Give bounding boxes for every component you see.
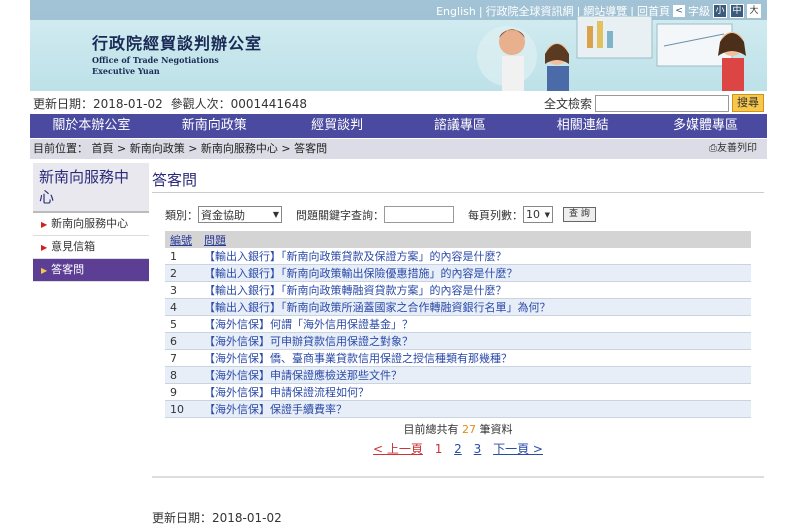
org-name-en: Office of Trade Negotiations bbox=[92, 55, 219, 65]
faq-table: 編號 問題 1 【輸出入銀行】「新南向政策貸款及保證方案」的內容是什麼？ 2 【輸出… bbox=[165, 231, 751, 418]
header-banner: English | 行政院全球資訊網 | 網站導覽 | 回首頁 < 字級 小 中… bbox=[30, 0, 767, 91]
total-count: 目前總共有 27 筆資料 bbox=[165, 421, 751, 437]
visits-label: 參觀人次： bbox=[170, 97, 231, 111]
perpage-select[interactable]: 10 ▼ bbox=[523, 206, 553, 223]
total-number: 27 bbox=[462, 423, 476, 436]
question-link[interactable]: 【海外信保】保證手續費率？ bbox=[199, 400, 751, 418]
question-link[interactable]: 【輸出入銀行】「新南向政策轉融資貸款方案」的內容是什麼？ bbox=[199, 281, 751, 299]
update-label: 更新日期： bbox=[33, 97, 94, 111]
table-row[interactable]: 7 【海外信保】僑、臺商事業貸款信用保證之授信種類有那幾種？ bbox=[165, 349, 751, 367]
search-button[interactable]: 搜尋 bbox=[732, 94, 765, 112]
row-number: 4 bbox=[165, 298, 199, 316]
table-row[interactable]: 10 【海外信保】保證手續費率？ bbox=[165, 400, 751, 418]
triangle-bullet-icon: ▶ bbox=[41, 220, 48, 229]
table-row[interactable]: 9 【海外信保】申請保證流程如何？ bbox=[165, 383, 751, 401]
next-page-link[interactable]: 下一頁 > bbox=[493, 442, 543, 456]
question-link[interactable]: 【海外信保】可申辦貸款信用保證之對象？ bbox=[199, 332, 751, 350]
triangle-bullet-icon: ▶ bbox=[41, 243, 48, 252]
total-suffix: 筆資料 bbox=[479, 423, 513, 436]
table-row[interactable]: 8 【海外信保】申請保證應檢送那些文件？ bbox=[165, 366, 751, 384]
question-link[interactable]: 【輸出入銀行】「新南向政策輸出保險優惠措施」的內容是什麼？ bbox=[199, 264, 751, 282]
org-name-cn[interactable]: 行政院經貿談判辦公室 bbox=[92, 30, 262, 54]
prev-page-link[interactable]: < 上一頁 bbox=[373, 442, 423, 456]
table-row[interactable]: 4 【輸出入銀行】「新南向政策所涵蓋國家之合作轉融資銀行名單」為何？ bbox=[165, 298, 751, 316]
org-name-en-sub: Executive Yuan bbox=[92, 66, 160, 76]
printer-icon: ⎙ bbox=[709, 143, 717, 154]
triangle-bullet-icon: ▶ bbox=[41, 266, 48, 275]
keyword-input[interactable] bbox=[384, 206, 454, 223]
search-label: 全文檢索 bbox=[544, 96, 593, 111]
perpage-label: 每頁列數： bbox=[468, 208, 523, 222]
question-link[interactable]: 【輸出入銀行】「新南向政策所涵蓋國家之合作轉融資銀行名單」為何？ bbox=[199, 298, 751, 316]
sidebar-item-feedback[interactable]: ▶ 意見信箱 bbox=[33, 236, 149, 259]
pagination: < 上一頁 1 2 3 下一頁 > bbox=[165, 440, 751, 457]
sidebar: 新南向服務中心 ▶ 新南向服務中心 ▶ 意見信箱 ▶ 答客問 bbox=[33, 163, 149, 282]
sidebar-item-service-center[interactable]: ▶ 新南向服務中心 bbox=[33, 213, 149, 236]
title-divider bbox=[152, 192, 764, 193]
chevron-down-icon: ▼ bbox=[544, 210, 550, 219]
row-number: 6 bbox=[165, 332, 199, 350]
row-number: 2 bbox=[165, 264, 199, 282]
sidebar-item-label: 答客問 bbox=[51, 263, 85, 276]
question-link[interactable]: 【海外信保】申請保證應檢送那些文件？ bbox=[199, 366, 751, 384]
table-row[interactable]: 1 【輸出入銀行】「新南向政策貸款及保證方案」的內容是什麼？ bbox=[165, 248, 751, 265]
question-link[interactable]: 【海外信保】申請保證流程如何？ bbox=[199, 383, 751, 401]
row-number: 8 bbox=[165, 366, 199, 384]
fulltext-search: 全文檢索 搜尋 bbox=[544, 94, 765, 112]
nav-trade-negotiations[interactable]: 經貿談判 bbox=[276, 114, 399, 138]
query-button[interactable]: 查 詢 bbox=[563, 207, 596, 222]
sidebar-title: 新南向服務中心 bbox=[33, 163, 149, 213]
row-number: 5 bbox=[165, 315, 199, 333]
table-row[interactable]: 5 【海外信保】何謂「海外信用保證基金」？ bbox=[165, 315, 751, 333]
row-number: 9 bbox=[165, 383, 199, 401]
column-header-number[interactable]: 編號 bbox=[165, 231, 199, 248]
nav-new-southbound[interactable]: 新南向政策 bbox=[153, 114, 276, 138]
keyword-label: 問題關鍵字查詢： bbox=[296, 208, 384, 222]
filter-bar: 類別： 資金協助 ▼ 問題關鍵字查詢： 每頁列數： 10 ▼ 查 詢 bbox=[165, 206, 596, 223]
nav-related-links[interactable]: 相關連結 bbox=[521, 114, 644, 138]
total-prefix: 目前總共有 bbox=[403, 423, 459, 436]
table-row[interactable]: 2 【輸出入銀行】「新南向政策輸出保險優惠措施」的內容是什麼？ bbox=[165, 264, 751, 282]
row-number: 7 bbox=[165, 349, 199, 367]
category-value: 資金協助 bbox=[201, 208, 245, 222]
sidebar-item-faq[interactable]: ▶ 答客問 bbox=[33, 259, 149, 282]
search-input[interactable] bbox=[595, 94, 730, 112]
table-header-row: 編號 問題 bbox=[165, 231, 751, 248]
breadcrumb-text[interactable]: 目前位置： 首頁 > 新南向政策 > 新南向服務中心 > 答客問 bbox=[30, 142, 327, 155]
question-link[interactable]: 【輸出入銀行】「新南向政策貸款及保證方案」的內容是什麼？ bbox=[199, 248, 751, 265]
row-number: 3 bbox=[165, 281, 199, 299]
main-nav: 關於本辦公室 新南向政策 經貿談判 諮議專區 相關連結 多媒體專區 bbox=[30, 114, 767, 138]
banner-illustration bbox=[477, 16, 746, 91]
print-link[interactable]: ⎙友善列印 bbox=[709, 139, 757, 159]
question-link[interactable]: 【海外信保】何謂「海外信用保證基金」？ bbox=[199, 315, 751, 333]
nav-multimedia[interactable]: 多媒體專區 bbox=[644, 114, 767, 138]
info-row: 更新日期：2018-01-02 參觀人次：0001441648 bbox=[33, 95, 307, 112]
nav-about[interactable]: 關於本辦公室 bbox=[30, 114, 153, 138]
sidebar-item-label: 新南向服務中心 bbox=[51, 217, 129, 230]
visits-count: 0001441648 bbox=[230, 97, 307, 111]
page-link-2[interactable]: 2 bbox=[454, 442, 462, 456]
update-date: 2018-01-02 bbox=[93, 97, 163, 111]
chevron-down-icon: ▼ bbox=[272, 210, 279, 219]
footer-update-date: 更新日期：2018-01-02 bbox=[152, 511, 282, 525]
question-link[interactable]: 【海外信保】僑、臺商事業貸款信用保證之授信種類有那幾種？ bbox=[199, 349, 751, 367]
nav-consultation[interactable]: 諮議專區 bbox=[398, 114, 521, 138]
category-select[interactable]: 資金協助 ▼ bbox=[198, 206, 282, 223]
breadcrumb: 目前位置： 首頁 > 新南向政策 > 新南向服務中心 > 答客問 ⎙友善列印 bbox=[30, 139, 767, 159]
table-row[interactable]: 3 【輸出入銀行】「新南向政策轉融資貸款方案」的內容是什麼？ bbox=[165, 281, 751, 299]
row-number: 1 bbox=[165, 248, 199, 265]
sidebar-item-label: 意見信箱 bbox=[51, 240, 96, 253]
print-label: 友善列印 bbox=[717, 143, 757, 154]
perpage-value: 10 bbox=[526, 208, 540, 221]
page-title: 答客問 bbox=[152, 171, 198, 189]
current-page: 1 bbox=[434, 442, 443, 456]
row-number: 10 bbox=[165, 400, 199, 418]
table-row[interactable]: 6 【海外信保】可申辦貸款信用保證之對象？ bbox=[165, 332, 751, 350]
page-link-3[interactable]: 3 bbox=[474, 442, 482, 456]
column-header-question[interactable]: 問題 bbox=[199, 231, 751, 248]
category-label: 類別： bbox=[165, 208, 198, 222]
content-divider bbox=[152, 476, 764, 478]
